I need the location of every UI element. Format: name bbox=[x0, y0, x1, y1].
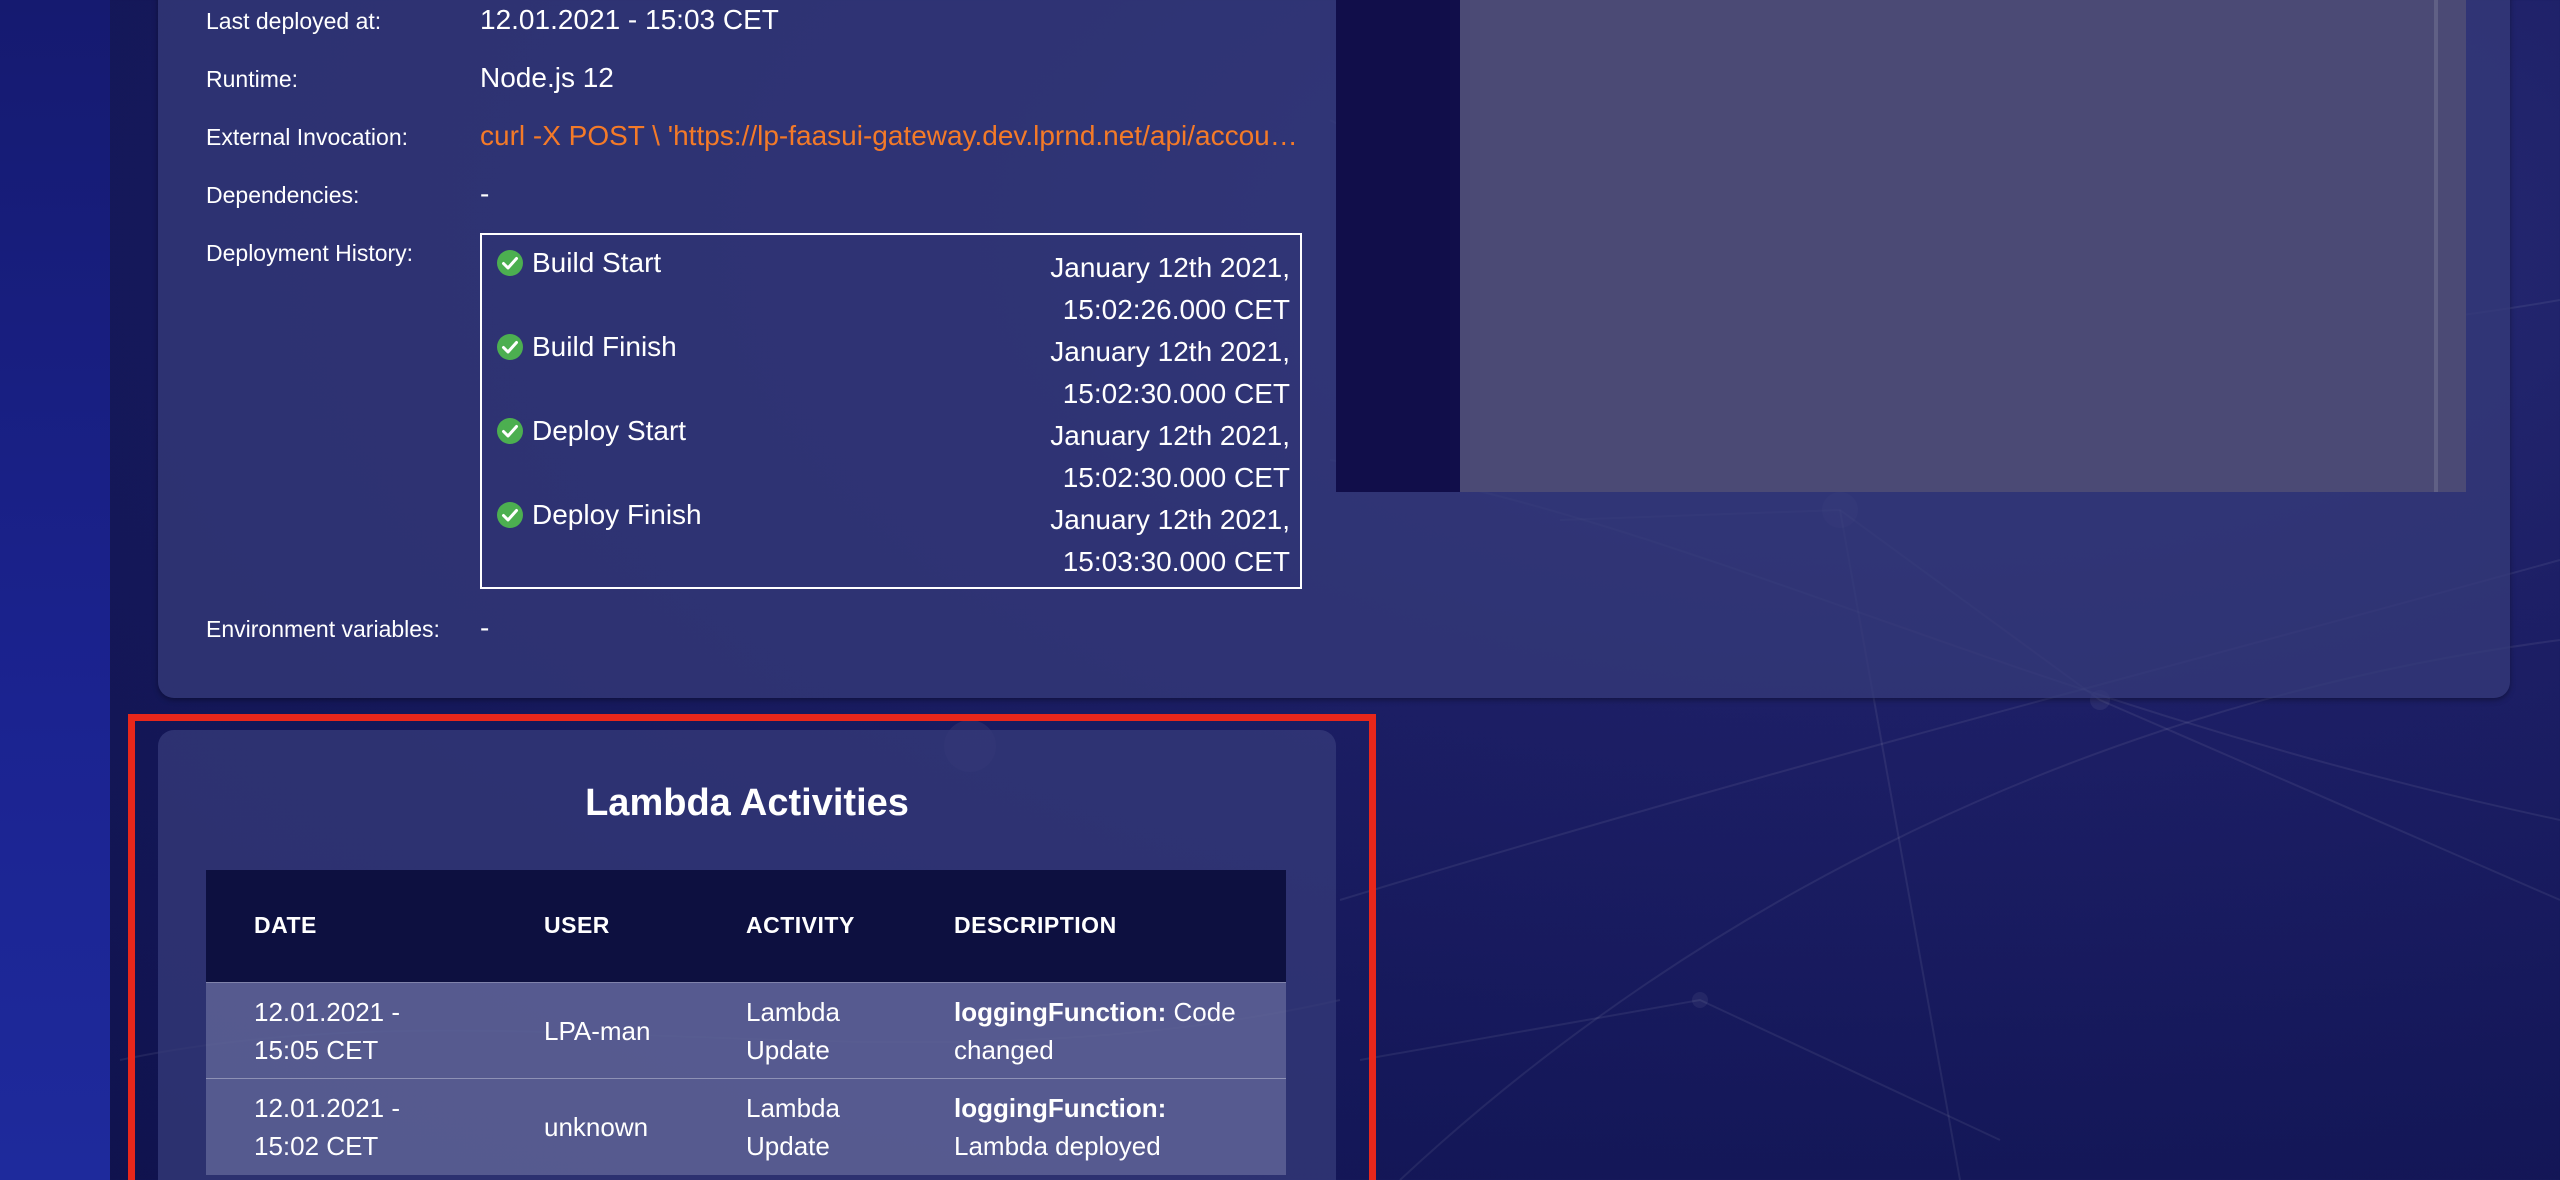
history-item-deploy-start: Deploy Start January 12th 2021, 15:02:30… bbox=[482, 403, 1300, 493]
table-row[interactable]: 12.01.2021 - 15:05 CET LPA-man Lambda Up… bbox=[206, 982, 1286, 1079]
check-circle-icon bbox=[497, 250, 523, 276]
external-invocation-link[interactable]: curl -X POST \ 'https://lp-faasui-gatewa… bbox=[480, 120, 1300, 152]
row-description: loggingFunction: Code changed bbox=[954, 993, 1254, 1069]
activities-title: Lambda Activities bbox=[585, 782, 909, 824]
dependencies-label: Dependencies: bbox=[206, 182, 360, 208]
external-invocation-label: External Invocation: bbox=[206, 124, 409, 150]
code-preview-area[interactable] bbox=[1460, 0, 2466, 492]
row-activity: Lambda Update bbox=[746, 997, 840, 1065]
preview-scrollbar[interactable] bbox=[2434, 0, 2438, 492]
row-description-text: Lambda deployed bbox=[954, 1131, 1161, 1161]
column-header-date[interactable]: DATE bbox=[254, 912, 317, 939]
row-activity: Lambda Update bbox=[746, 1093, 840, 1161]
page-left-edge bbox=[0, 0, 110, 1180]
history-step-time: January 12th 2021, 15:03:30.000 CET bbox=[1050, 504, 1290, 577]
check-circle-icon bbox=[497, 334, 523, 360]
row-description: loggingFunction: Lambda deployed bbox=[954, 1089, 1204, 1165]
row-date: 12.01.2021 - 15:05 CET bbox=[254, 997, 401, 1065]
dependencies-value: - bbox=[480, 178, 490, 209]
environment-variables-value: - bbox=[480, 612, 490, 643]
column-header-user[interactable]: USER bbox=[544, 912, 610, 939]
preview-margin bbox=[1336, 0, 1460, 492]
check-circle-icon bbox=[497, 502, 523, 528]
deployment-history-label: Deployment History: bbox=[206, 240, 414, 266]
runtime-label: Runtime: bbox=[206, 66, 299, 92]
row-user: LPA-man bbox=[544, 1016, 651, 1046]
check-circle-icon bbox=[497, 418, 523, 444]
history-step-label: Deploy Finish bbox=[532, 499, 702, 530]
deployment-history-list: Build Start January 12th 2021, 15:02:26.… bbox=[480, 233, 1302, 589]
environment-variables-label: Environment variables: bbox=[206, 616, 440, 642]
last-deployed-label: Last deployed at: bbox=[206, 8, 382, 34]
column-header-description[interactable]: DESCRIPTION bbox=[954, 912, 1117, 939]
history-step-label: Build Start bbox=[532, 247, 662, 278]
activities-table-header: DATE USER ACTIVITY DESCRIPTION bbox=[206, 870, 1286, 982]
history-step-label: Build Finish bbox=[532, 331, 677, 362]
history-item-build-finish: Build Finish January 12th 2021, 15:02:30… bbox=[482, 319, 1300, 409]
row-user: unknown bbox=[544, 1112, 649, 1142]
last-deployed-value: 12.01.2021 - 15:03 CET bbox=[480, 4, 779, 35]
history-step-label: Deploy Start bbox=[532, 415, 687, 446]
row-description-function: loggingFunction: bbox=[954, 997, 1167, 1027]
row-description-function: loggingFunction: bbox=[954, 1093, 1167, 1123]
runtime-value: Node.js 12 bbox=[480, 62, 614, 93]
history-item-build-start: Build Start January 12th 2021, 15:02:26.… bbox=[482, 235, 1300, 325]
table-row[interactable]: 12.01.2021 - 15:02 CET unknown Lambda Up… bbox=[206, 1078, 1286, 1175]
row-date: 12.01.2021 - 15:02 CET bbox=[254, 1093, 401, 1161]
history-item-deploy-finish: Deploy Finish January 12th 2021, 15:03:3… bbox=[482, 487, 1300, 577]
column-header-activity[interactable]: ACTIVITY bbox=[746, 912, 855, 939]
